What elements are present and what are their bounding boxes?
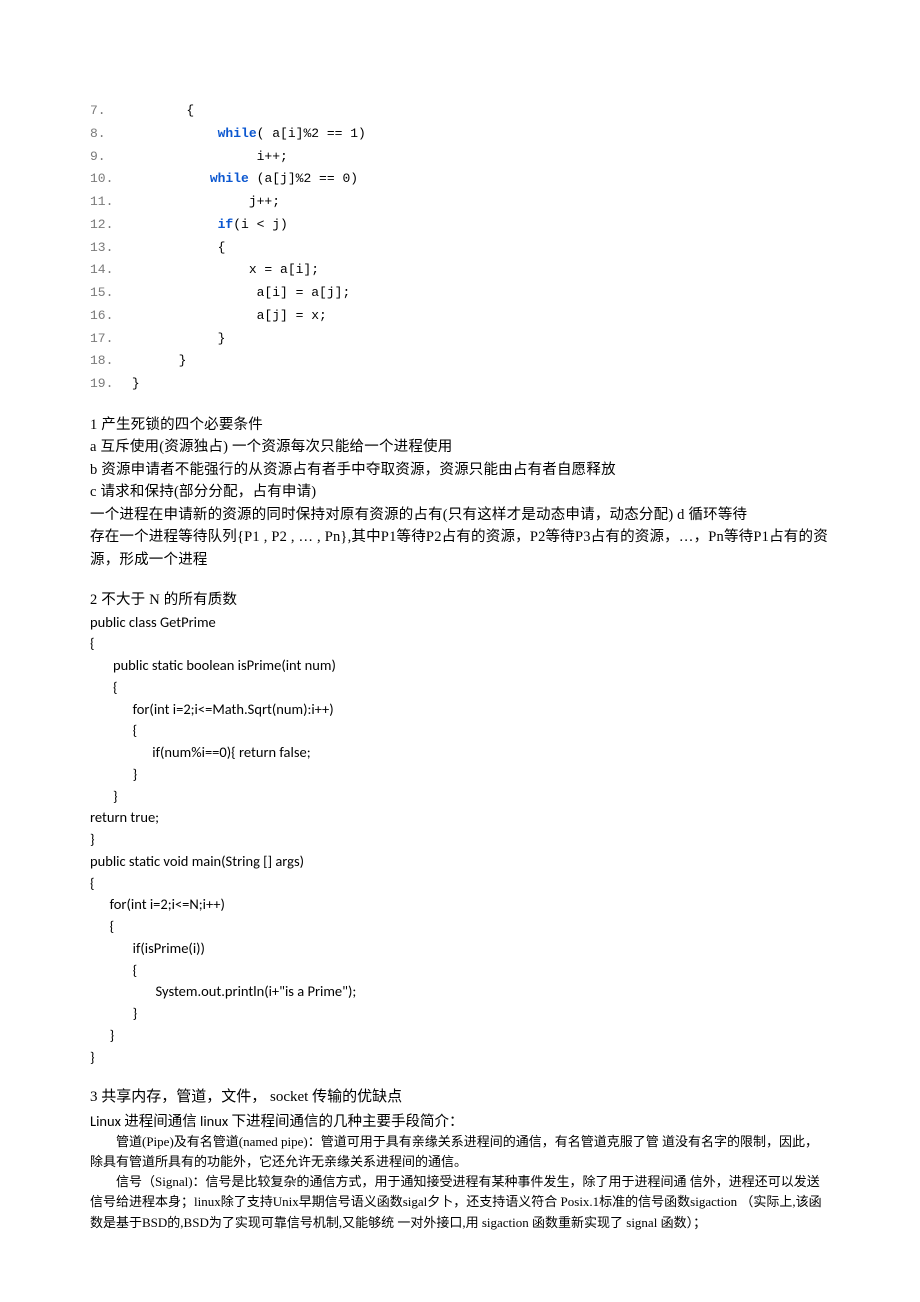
code-text: } — [218, 331, 226, 346]
line-number: 10. — [90, 168, 124, 191]
code-line: 13. { — [90, 237, 830, 260]
code-text: { — [218, 240, 226, 255]
ipc-paragraph-pipe: 管道(Pipe)及有名管道(named pipe)：管道可用于具有亲缘关系进程间… — [90, 1132, 830, 1172]
line-number: 9. — [90, 146, 124, 169]
heading-deadlock: 1 产生死锁的四个必要条件 — [90, 414, 830, 436]
code-text: } — [179, 353, 187, 368]
code-line: 11. j++; — [90, 191, 830, 214]
code-line: 19. } — [90, 373, 830, 396]
code-text: i++; — [257, 149, 288, 164]
ipc-body: 管道(Pipe)及有名管道(named pipe)：管道可用于具有亲缘关系进程间… — [90, 1132, 830, 1233]
line-number: 13. — [90, 237, 124, 260]
code-line: 16. a[j] = x; — [90, 305, 830, 328]
ipc-paragraph-signal: 信号（Signal)：信号是比较复杂的通信方式，用于通知接受进程有某种事件发生，… — [90, 1172, 830, 1232]
section-prime: 2 不大于 N 的所有质数 public class GetPrime { pu… — [90, 589, 830, 1068]
line-number: 7. — [90, 100, 124, 123]
heading-prime: 2 不大于 N 的所有质数 — [90, 589, 830, 611]
section-deadlock: 1 产生死锁的四个必要条件 a 互斥使用(资源独占) 一个资源每次只能给一个进程… — [90, 414, 830, 571]
section-ipc: 3 共享内存，管道，文件， socket 传输的优缺点 Linux 进程间通信 … — [90, 1086, 830, 1232]
code-line: 7. { — [90, 100, 830, 123]
ipc-intro: Linux 进程间通信 linux 下进程间通信的几种主要手段简介： — [90, 1110, 830, 1132]
deadlock-item-b: b 资源申请者不能强行的从资源占有者手中夺取资源，资源只能由占有者自愿释放 — [90, 459, 830, 481]
document-page: 7. {8. while( a[i]%2 == 1)9. i++;10. whi… — [0, 0, 920, 1293]
line-number: 17. — [90, 328, 124, 351]
code-text: ( a[i]%2 == 1) — [257, 126, 366, 141]
deadlock-item-d: 存在一个进程等待队列{P1 , P2 , … , Pn},其中P1等待P2占有的… — [90, 526, 830, 571]
code-text: (a[j]%2 == 0) — [249, 171, 358, 186]
code-text: j++; — [249, 194, 280, 209]
code-block-prime: public class GetPrime { public static bo… — [90, 612, 830, 1069]
line-number: 15. — [90, 282, 124, 305]
code-line: 14. x = a[i]; — [90, 259, 830, 282]
keyword: if — [218, 217, 234, 232]
code-line: 8. while( a[i]%2 == 1) — [90, 123, 830, 146]
code-line: 18. } — [90, 350, 830, 373]
code-text: a[j] = x; — [257, 308, 327, 323]
deadlock-item-c: c 请求和保持(部分分配，占有申请) — [90, 481, 830, 503]
line-number: 18. — [90, 350, 124, 373]
heading-ipc: 3 共享内存，管道，文件， socket 传输的优缺点 — [90, 1086, 830, 1109]
keyword: while — [218, 126, 257, 141]
line-number: 16. — [90, 305, 124, 328]
code-line: 9. i++; — [90, 146, 830, 169]
line-number: 14. — [90, 259, 124, 282]
code-line: 17. } — [90, 328, 830, 351]
code-line: 15. a[i] = a[j]; — [90, 282, 830, 305]
code-text: x = a[i]; — [249, 262, 319, 277]
line-number: 12. — [90, 214, 124, 237]
code-block-swap: 7. {8. while( a[i]%2 == 1)9. i++;10. whi… — [90, 100, 830, 396]
line-number: 8. — [90, 123, 124, 146]
code-text: a[i] = a[j]; — [257, 285, 351, 300]
line-number: 19. — [90, 373, 124, 396]
deadlock-item-c2: 一个进程在申请新的资源的同时保持对原有资源的占有(只有这样才是动态申请，动态分配… — [90, 504, 830, 526]
keyword: while — [210, 171, 249, 186]
deadlock-item-a: a 互斥使用(资源独占) 一个资源每次只能给一个进程使用 — [90, 436, 830, 458]
code-line: 12. if(i < j) — [90, 214, 830, 237]
code-text: { — [186, 103, 194, 118]
code-text: (i < j) — [233, 217, 288, 232]
code-text: } — [132, 376, 140, 391]
code-line: 10. while (a[j]%2 == 0) — [90, 168, 830, 191]
line-number: 11. — [90, 191, 124, 214]
